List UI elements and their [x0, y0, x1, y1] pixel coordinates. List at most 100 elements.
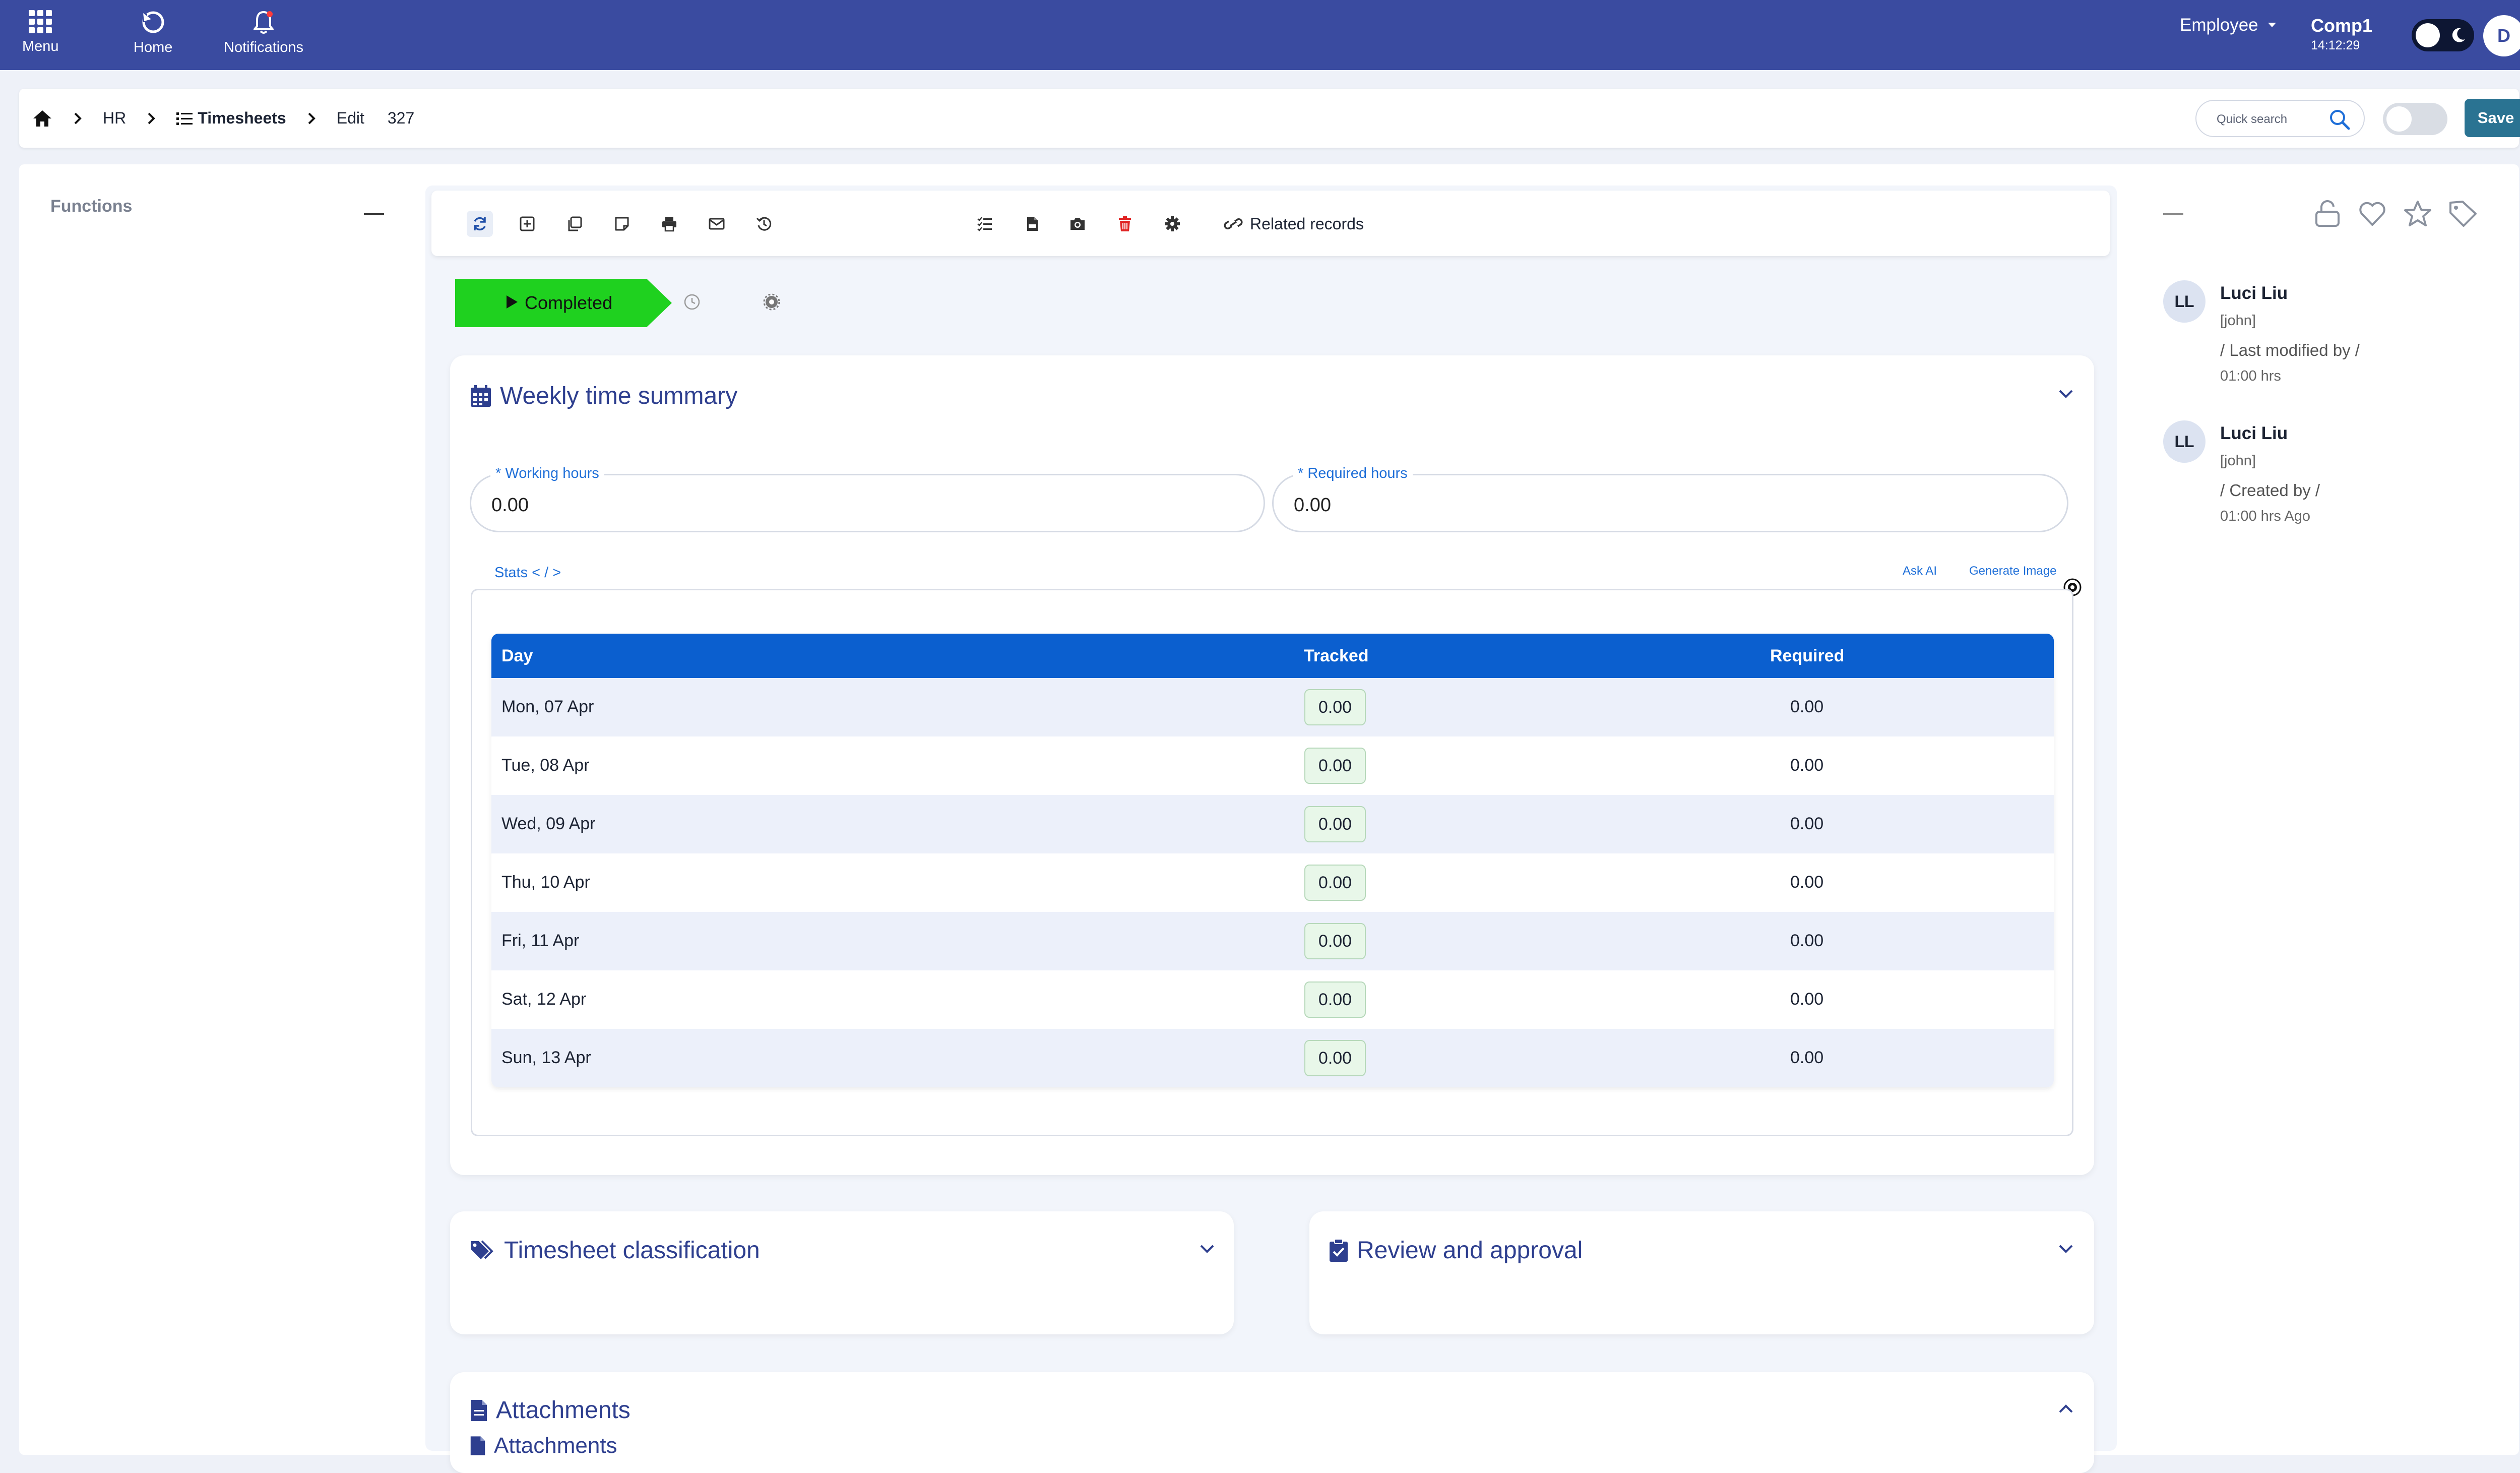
note-icon[interactable]: [609, 211, 635, 237]
save-button[interactable]: Save: [2465, 99, 2520, 137]
role-label: Employee: [2180, 15, 2258, 35]
breadcrumb-timesheets[interactable]: Timesheets: [198, 109, 286, 128]
chevron-up-icon[interactable]: [2058, 1403, 2073, 1414]
record-id: 327: [387, 109, 415, 127]
tracked-cell[interactable]: 0.00: [1304, 1040, 1366, 1076]
copy-icon[interactable]: [561, 211, 588, 237]
chevron-down-icon[interactable]: [2058, 389, 2073, 399]
tracked-cell[interactable]: 0.00: [1304, 923, 1366, 959]
pdf-icon[interactable]: [1019, 211, 1045, 237]
status-completed[interactable]: Completed: [455, 279, 672, 327]
panel-collapse-button[interactable]: [2163, 213, 2183, 215]
delete-icon[interactable]: [1112, 211, 1138, 237]
required-cell: 0.00: [1790, 873, 1824, 892]
attachments-subtitle-text: Attachments: [494, 1433, 617, 1458]
dark-mode-toggle[interactable]: [2412, 19, 2474, 51]
working-hours-value: 0.00: [491, 495, 529, 516]
working-hours-label: * Working hours: [490, 465, 604, 482]
table-header: Day Tracked Required: [491, 634, 2054, 678]
email-icon[interactable]: [704, 211, 730, 237]
clock-time: 14:12:29: [2311, 38, 2360, 52]
refresh-icon[interactable]: [467, 211, 493, 237]
chevron-right-icon: [308, 112, 316, 124]
review-approval-title: Review and approval: [1329, 1237, 1583, 1264]
notifications-button[interactable]: Notifications: [224, 9, 303, 56]
table-body: Mon, 07 Apr 0.00 0.00 Tue, 08 Apr 0.00 0…: [491, 678, 2054, 1087]
record-toolbar: Related records: [431, 191, 2110, 256]
toggle-knob: [2416, 23, 2440, 47]
print-icon[interactable]: [656, 211, 682, 237]
attachments-title: Attachments: [470, 1396, 631, 1424]
role-dropdown[interactable]: Employee: [2180, 15, 2277, 35]
functions-collapse-button[interactable]: [364, 213, 384, 215]
top-navigation: Menu Home Notifications Employee Comp1 1…: [0, 0, 2520, 70]
day-cell: Fri, 11 Apr: [501, 931, 580, 950]
moon-icon: [2452, 28, 2465, 42]
play-icon: [507, 295, 518, 309]
checklist-icon[interactable]: [972, 211, 998, 237]
day-cell: Sat, 12 Apr: [501, 990, 587, 1009]
toggle-knob: [2386, 106, 2412, 132]
table-row: Sat, 12 Apr 0.00 0.00: [491, 970, 2054, 1029]
chevron-down-icon[interactable]: [2058, 1244, 2073, 1254]
user-avatar[interactable]: D: [2483, 15, 2520, 56]
calendar-icon: [471, 385, 491, 407]
tracked-cell[interactable]: 0.00: [1304, 806, 1366, 842]
header-tracked: Tracked: [1304, 646, 1369, 665]
related-records-button[interactable]: Related records: [1224, 211, 1364, 237]
search-icon[interactable]: [2328, 108, 2351, 131]
home-label: Home: [134, 39, 173, 55]
weekly-summary-title: Weekly time summary: [470, 382, 737, 410]
activity-user-name[interactable]: Luci Liu: [2220, 283, 2288, 303]
activity-action: / Created by /: [2220, 481, 2320, 500]
list-icon: [176, 112, 193, 125]
unlock-icon[interactable]: [2313, 200, 2342, 228]
tracked-cell[interactable]: 0.00: [1304, 981, 1366, 1018]
attachments-title-text: Attachments: [496, 1397, 631, 1424]
settings-icon[interactable]: [1159, 211, 1185, 237]
required-cell: 0.00: [1790, 814, 1824, 833]
home-icon[interactable]: [32, 109, 52, 128]
quick-search[interactable]: [2195, 100, 2365, 137]
required-hours-label: * Required hours: [1293, 465, 1413, 482]
camera-icon[interactable]: [1064, 211, 1091, 237]
avatar: LL: [2163, 280, 2206, 323]
file-icon: [470, 1436, 485, 1455]
notifications-label: Notifications: [224, 39, 303, 55]
history-icon[interactable]: [751, 211, 777, 237]
heart-icon[interactable]: [2358, 200, 2387, 228]
tracked-cell[interactable]: 0.00: [1304, 865, 1366, 901]
chevron-right-icon: [148, 112, 156, 124]
activity-time: 01:00 hrs Ago: [2220, 508, 2310, 524]
company-selector[interactable]: Comp1 14:12:29: [2311, 15, 2372, 53]
tracked-cell[interactable]: 0.00: [1304, 689, 1366, 725]
classification-title-text: Timesheet classification: [504, 1237, 760, 1264]
menu-button[interactable]: Menu: [22, 9, 59, 55]
stats-link[interactable]: Stats < / >: [494, 565, 561, 581]
avatar: LL: [2163, 420, 2206, 463]
clock-icon[interactable]: [683, 293, 701, 311]
classification-title: Timesheet classification: [470, 1237, 760, 1264]
working-hours-field[interactable]: * Working hours 0.00: [470, 465, 1265, 532]
breadcrumb-hr[interactable]: HR: [103, 109, 126, 128]
star-icon[interactable]: [2403, 200, 2432, 228]
edit-mode-toggle[interactable]: [2383, 103, 2447, 135]
search-input[interactable]: [2216, 108, 2328, 131]
day-cell: Tue, 08 Apr: [501, 756, 590, 775]
chevron-down-icon[interactable]: [1200, 1244, 1215, 1254]
activity-user-name[interactable]: Luci Liu: [2220, 423, 2288, 444]
activity-username: [john]: [2220, 313, 2256, 329]
attachments-subtitle: Attachments: [470, 1433, 617, 1458]
home-button[interactable]: Home: [134, 9, 172, 56]
tag-icon[interactable]: [2448, 200, 2478, 228]
ask-ai-link[interactable]: Ask AI: [1903, 564, 1937, 578]
table-row: Fri, 11 Apr 0.00 0.00: [491, 912, 2054, 970]
tags-icon: [471, 1240, 493, 1259]
gear-small-icon[interactable]: [763, 293, 780, 311]
generate-image-link[interactable]: Generate Image: [1969, 564, 2056, 578]
review-approval-card: [1309, 1211, 2094, 1334]
tracked-cell[interactable]: 0.00: [1304, 748, 1366, 784]
required-hours-field[interactable]: * Required hours 0.00: [1272, 465, 2068, 532]
add-icon[interactable]: [514, 211, 540, 237]
weekly-summary-title-text: Weekly time summary: [500, 383, 738, 409]
